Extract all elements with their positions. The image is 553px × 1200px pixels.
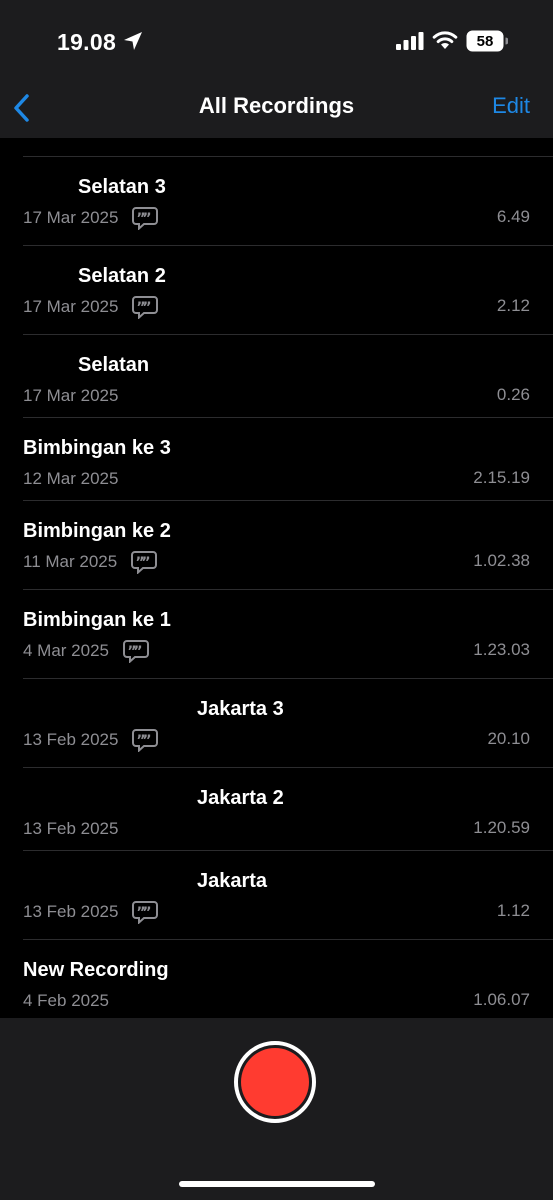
recording-title: Selatan 2 bbox=[78, 265, 166, 287]
recording-meta: 4 Feb 2025 bbox=[23, 988, 109, 1014]
recording-meta: 4 Mar 2025 ”” bbox=[23, 638, 149, 664]
recording-duration: 1.06.07 bbox=[473, 990, 530, 1009]
recording-duration: 2.15.19 bbox=[473, 468, 530, 487]
transcript-icon: ”” bbox=[132, 729, 159, 752]
recording-date: 11 Mar 2025 bbox=[23, 552, 118, 571]
recording-date: 13 Feb 2025 bbox=[23, 730, 119, 749]
recording-title: Selatan bbox=[78, 354, 150, 376]
recording-date: 17 Mar 2025 bbox=[23, 386, 119, 405]
location-arrow-icon bbox=[124, 32, 142, 50]
recording-row[interactable]: Bimbingan ke 1 4 Mar 2025 ”” 1.23.03 bbox=[23, 589, 553, 679]
recording-row[interactable]: Jakarta 3 13 Feb 2025 ”” 20.10 bbox=[23, 678, 553, 768]
recording-date: 4 Feb 2025 bbox=[23, 991, 110, 1010]
record-button[interactable] bbox=[234, 1041, 316, 1123]
recording-row[interactable]: Bimbingan ke 2 11 Mar 2025 ”” 1.02.38 bbox=[23, 500, 553, 590]
recording-date: 17 Mar 2025 bbox=[23, 297, 119, 316]
recording-meta: 17 Mar 2025 ”” bbox=[23, 294, 159, 320]
recordings-list[interactable]: Selatan 3 17 Mar 2025”” 6.49 Selatan 2 17 Ma… bbox=[0, 138, 553, 1018]
recording-title: Bimbingan ke 3 bbox=[23, 437, 171, 459]
bottom-bar bbox=[0, 1018, 553, 1200]
recording-date: 13 Feb 2025 bbox=[23, 819, 119, 838]
list-item-partial bbox=[23, 138, 553, 157]
transcript-icon: ”” bbox=[132, 207, 159, 230]
recording-duration: 20.10 bbox=[487, 729, 530, 748]
recording-duration: 1.12 bbox=[496, 901, 530, 920]
recording-meta: 12 Mar 2025 bbox=[23, 466, 118, 492]
recording-row[interactable]: Selatan 3 17 Mar 2025 ”” 6.49 bbox=[23, 156, 553, 246]
recording-row[interactable]: Bimbingan ke 3 12 Mar 2025 2.15.19 bbox=[23, 417, 553, 501]
cellular-signal-icon bbox=[396, 32, 424, 50]
recording-title: Jakarta bbox=[197, 870, 268, 892]
recording-date: 17 Mar 2025 bbox=[23, 208, 119, 227]
svg-text:”: ” bbox=[142, 555, 151, 571]
recording-meta: 13 Feb 2025 bbox=[23, 816, 118, 842]
transcript-icon: ”” bbox=[132, 296, 159, 319]
recording-row[interactable]: New Recording 4 Feb 2025 1.06.07 bbox=[23, 939, 553, 1018]
recording-title: Jakarta 2 bbox=[197, 787, 284, 809]
recording-row[interactable]: Jakarta 2 13 Feb 2025 1.20.59 bbox=[23, 767, 553, 851]
recording-meta: 17 Mar 2025 ”” bbox=[23, 205, 159, 231]
transcript-icon: ”” bbox=[131, 551, 158, 574]
recording-date: 13 Feb 2025 bbox=[23, 902, 119, 921]
wifi-icon bbox=[432, 31, 458, 49]
recording-title: Selatan 3 bbox=[78, 176, 166, 198]
recording-row[interactable]: Selatan 2 17 Mar 2025 ”” 2.12 bbox=[23, 245, 553, 335]
home-indicator bbox=[179, 1181, 375, 1187]
recording-title: New Recording bbox=[23, 959, 169, 981]
battery-level: 58 bbox=[476, 32, 494, 50]
status-bar: 19.08 58 bbox=[0, 0, 553, 84]
recording-duration: 6.49 bbox=[496, 207, 530, 226]
svg-text:”: ” bbox=[143, 905, 152, 921]
recording-duration: 0.26 bbox=[496, 385, 530, 404]
edit-button[interactable]: Edit bbox=[492, 93, 530, 119]
svg-text:”: ” bbox=[143, 733, 152, 749]
recording-meta: 13 Feb 2025 ”” bbox=[23, 727, 159, 753]
recording-duration: 1.02.38 bbox=[473, 551, 530, 570]
recording-meta: 13 Feb 2025 ”” bbox=[23, 899, 159, 925]
recording-duration: 1.20.59 bbox=[473, 818, 530, 837]
transcript-icon: ”” bbox=[123, 640, 149, 663]
recording-row[interactable]: Selatan 17 Mar 2025 0.26 bbox=[23, 334, 553, 418]
page-title: All Recordings bbox=[198, 93, 355, 118]
svg-text:”: ” bbox=[143, 300, 152, 316]
recording-duration: 1.23.03 bbox=[473, 640, 530, 659]
recording-row[interactable]: Jakarta 13 Feb 2025 ”” 1.12 bbox=[23, 850, 553, 940]
recording-duration: 2.12 bbox=[496, 296, 530, 315]
status-time: 19.08 bbox=[57, 29, 117, 55]
recording-meta: 17 Mar 2025 bbox=[23, 383, 118, 409]
recording-date: 12 Mar 2025 bbox=[23, 469, 119, 488]
svg-text:”: ” bbox=[143, 211, 152, 227]
nav-bar: All Recordings Edit bbox=[0, 84, 553, 138]
recording-meta: 11 Mar 2025 ”” bbox=[23, 549, 158, 575]
recording-title: Bimbingan ke 2 bbox=[23, 520, 171, 542]
svg-text:”: ” bbox=[133, 644, 142, 660]
record-button-icon bbox=[241, 1048, 309, 1116]
recording-date: 4 Mar 2025 bbox=[23, 641, 109, 660]
recording-title: Bimbingan ke 1 bbox=[23, 609, 171, 631]
transcript-icon: ”” bbox=[132, 901, 159, 924]
recording-title: Jakarta 3 bbox=[197, 698, 284, 720]
